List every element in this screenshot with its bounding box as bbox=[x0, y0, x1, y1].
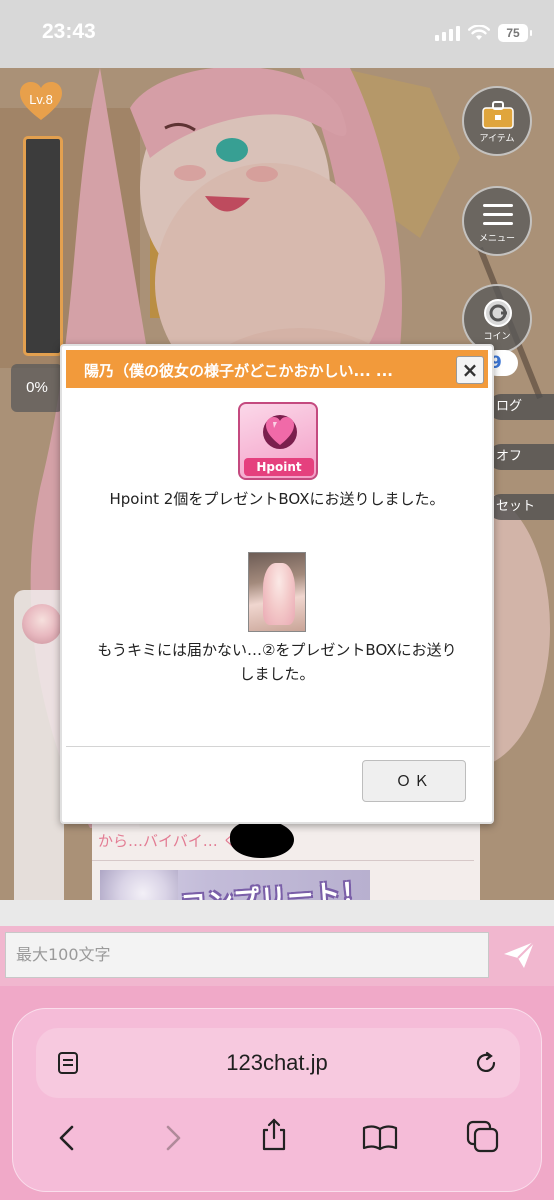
item-button-label: アイテム bbox=[479, 134, 515, 144]
redaction-mark bbox=[230, 820, 294, 858]
wifi-icon bbox=[468, 25, 490, 40]
card-thumbnail bbox=[248, 552, 306, 632]
level-label: Lv.8 bbox=[29, 92, 53, 107]
send-paper-plane-icon[interactable] bbox=[502, 940, 536, 970]
chat-divider bbox=[92, 860, 474, 861]
log-button[interactable]: ログ bbox=[488, 394, 554, 420]
back-chevron-icon[interactable] bbox=[56, 1124, 78, 1152]
hpoint-item-icon: Hpoint bbox=[238, 402, 318, 480]
dialog-header: 陽乃（僕の彼女の様子がどこかおかしい... ... bbox=[66, 350, 488, 388]
affection-gauge bbox=[23, 136, 63, 356]
close-button[interactable]: × bbox=[456, 356, 484, 384]
briefcase-icon bbox=[482, 101, 514, 129]
dialog-divider bbox=[66, 746, 490, 747]
reload-icon[interactable] bbox=[473, 1050, 499, 1076]
battery-icon: 75 bbox=[498, 24, 532, 42]
status-icons: 75 bbox=[435, 24, 532, 42]
forward-chevron-icon bbox=[166, 1125, 181, 1151]
complete-banner-text: コンプリート！ bbox=[179, 877, 370, 900]
dialog-message-hpoint: Hpoint 2個をプレゼントBOXにお送りしました。 bbox=[109, 490, 445, 508]
tabs-icon[interactable] bbox=[466, 1120, 500, 1154]
status-time: 23:43 bbox=[42, 20, 96, 43]
ok-button[interactable]: ＯＫ bbox=[362, 760, 466, 802]
card-character-image bbox=[263, 563, 295, 625]
dialog-title: 陽乃（僕の彼女の様子がどこかおかしい... ... bbox=[84, 362, 393, 380]
chat-avatar bbox=[22, 604, 62, 644]
chat-message-input[interactable]: 最大100文字 bbox=[5, 932, 489, 978]
dialog-message-card: もうキミには届かない…②をプレゼントBOXにお送りしました。 bbox=[97, 641, 457, 683]
banner-character-image bbox=[100, 870, 178, 900]
coin-icon bbox=[484, 299, 512, 327]
status-bar: 23:43 75 bbox=[0, 0, 554, 68]
menu-button-label: メニュー bbox=[478, 234, 515, 244]
coin-button-label: コイン bbox=[483, 332, 511, 342]
off-toggle-button[interactable]: オフ bbox=[488, 444, 554, 470]
url-text[interactable]: 123chat.jp bbox=[0, 1050, 554, 1076]
complete-banner[interactable]: コンプリート！ bbox=[100, 870, 370, 900]
gauge-percent: 0% bbox=[11, 364, 63, 412]
heart-gem-icon bbox=[263, 415, 297, 449]
share-icon[interactable] bbox=[260, 1118, 288, 1152]
present-box-dialog: 陽乃（僕の彼女の様子がどこかおかしい... ... × Hpoint Hpoin… bbox=[60, 344, 494, 824]
reset-button[interactable]: セット bbox=[488, 494, 554, 520]
hamburger-menu-icon bbox=[483, 204, 513, 225]
item-button[interactable]: アイテム bbox=[462, 86, 532, 156]
menu-button[interactable]: メニュー bbox=[462, 186, 532, 256]
bookmarks-icon[interactable] bbox=[362, 1123, 398, 1151]
hpoint-label: Hpoint bbox=[244, 458, 314, 476]
cellular-signal-icon bbox=[435, 25, 460, 41]
